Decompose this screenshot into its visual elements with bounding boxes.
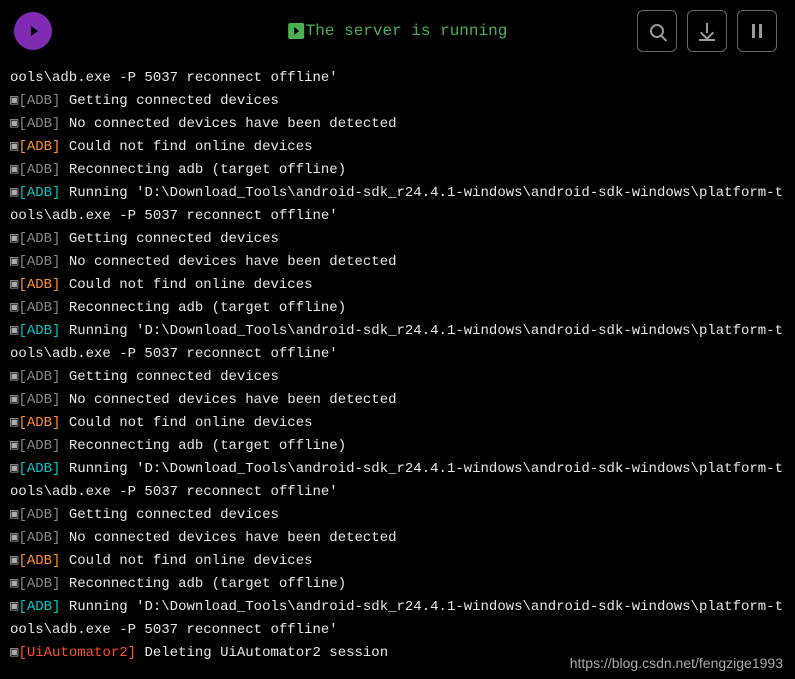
log-line: ▣[ADB] Running 'D:\Download_Tools\androi… <box>10 320 785 366</box>
log-text: Getting connected devices <box>60 369 278 385</box>
log-line: ▣[ADB] Could not find online devices <box>10 412 785 435</box>
status-text: The server is running <box>306 22 508 40</box>
log-tag: [ADB] <box>18 507 60 523</box>
log-line: ▣[ADB] No connected devices have been de… <box>10 113 785 136</box>
log-line: ▣[ADB] Reconnecting adb (target offline) <box>10 297 785 320</box>
log-line: ▣[ADB] No connected devices have been de… <box>10 389 785 412</box>
log-tag: [ADB] <box>18 185 60 201</box>
log-text: Could not find online devices <box>60 553 312 569</box>
log-line: ▣[ADB] Getting connected devices <box>10 504 785 527</box>
log-text: Reconnecting adb (target offline) <box>60 300 346 316</box>
header-controls <box>637 10 777 52</box>
log-text: Getting connected devices <box>60 507 278 523</box>
log-tag: [ADB] <box>18 254 60 270</box>
log-text: Deleting UiAutomator2 session <box>136 645 388 661</box>
log-line: ▣[ADB] Could not find online devices <box>10 550 785 573</box>
log-line: ▣[ADB] Running 'D:\Download_Tools\androi… <box>10 458 785 504</box>
log-tag: [ADB] <box>18 139 60 155</box>
log-text: Running 'D:\Download_Tools\android-sdk_r… <box>10 62 783 86</box>
log-line: ▣[ADB] Running 'D:\Download_Tools\androi… <box>10 182 785 228</box>
log-tag: [ADB] <box>18 553 60 569</box>
log-text: Running 'D:\Download_Tools\android-sdk_r… <box>10 185 783 224</box>
log-line: ▣[ADB] Running 'D:\Download_Tools\androi… <box>10 596 785 642</box>
log-tag: [ADB] <box>18 231 60 247</box>
header: The server is running <box>0 0 795 62</box>
log-output[interactable]: ▣[ADB] Running 'D:\Download_Tools\androi… <box>0 62 795 679</box>
appium-logo <box>14 12 52 50</box>
log-tag: [ADB] <box>18 323 60 339</box>
log-text: Getting connected devices <box>60 93 278 109</box>
log-tag: [ADB] <box>18 461 60 477</box>
watermark: https://blog.csdn.net/fengzige1993 <box>570 655 783 671</box>
log-line: ▣[ADB] Running 'D:\Download_Tools\androi… <box>10 62 785 90</box>
pause-button[interactable] <box>737 10 777 52</box>
log-text: No connected devices have been detected <box>60 254 396 270</box>
log-tag: [ADB] <box>18 415 60 431</box>
server-status: The server is running <box>288 22 508 40</box>
log-line: ▣[ADB] Could not find online devices <box>10 136 785 159</box>
download-button[interactable] <box>687 10 727 52</box>
log-text: Could not find online devices <box>60 277 312 293</box>
log-tag: [ADB] <box>18 116 60 132</box>
log-tag: [ADB] <box>18 93 60 109</box>
log-text: No connected devices have been detected <box>60 530 396 546</box>
play-icon <box>288 23 304 39</box>
log-tag: [ADB] <box>18 438 60 454</box>
log-tag: [ADB] <box>18 162 60 178</box>
log-tag: [ADB] <box>18 392 60 408</box>
log-text: Getting connected devices <box>60 231 278 247</box>
log-text: Running 'D:\Download_Tools\android-sdk_r… <box>10 461 783 500</box>
log-text: Could not find online devices <box>60 139 312 155</box>
log-tag: [ADB] <box>18 530 60 546</box>
log-text: Running 'D:\Download_Tools\android-sdk_r… <box>10 599 783 638</box>
log-text: Could not find online devices <box>60 415 312 431</box>
log-tag: [ADB] <box>18 62 60 63</box>
download-icon <box>699 23 715 39</box>
log-text: No connected devices have been detected <box>60 116 396 132</box>
log-line: ▣[ADB] Could not find online devices <box>10 274 785 297</box>
log-line: ▣[ADB] Getting connected devices <box>10 228 785 251</box>
log-tag: [ADB] <box>18 599 60 615</box>
log-line: ▣[ADB] Reconnecting adb (target offline) <box>10 573 785 596</box>
log-text: Running 'D:\Download_Tools\android-sdk_r… <box>10 323 783 362</box>
log-text: Reconnecting adb (target offline) <box>60 438 346 454</box>
log-line: ▣[ADB] Reconnecting adb (target offline) <box>10 435 785 458</box>
log-text: Reconnecting adb (target offline) <box>60 162 346 178</box>
log-tag: [ADB] <box>18 576 60 592</box>
log-line: ▣[ADB] Reconnecting adb (target offline) <box>10 159 785 182</box>
log-tag: [ADB] <box>18 277 60 293</box>
search-icon <box>650 24 664 38</box>
log-line: ▣[ADB] Getting connected devices <box>10 90 785 113</box>
log-tag: [UiAutomator2] <box>18 645 136 661</box>
log-tag: [ADB] <box>18 369 60 385</box>
log-line: ▣[ADB] No connected devices have been de… <box>10 251 785 274</box>
log-line: ▣[ADB] No connected devices have been de… <box>10 527 785 550</box>
log-tag: [ADB] <box>18 300 60 316</box>
log-text: No connected devices have been detected <box>60 392 396 408</box>
log-line: ▣[ADB] Getting connected devices <box>10 366 785 389</box>
log-text: Reconnecting adb (target offline) <box>60 576 346 592</box>
search-button[interactable] <box>637 10 677 52</box>
pause-icon <box>752 24 762 38</box>
